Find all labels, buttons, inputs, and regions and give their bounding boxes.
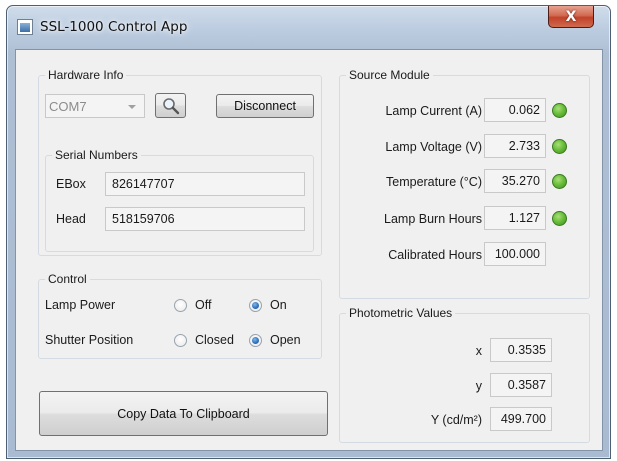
shutter-open-label[interactable]: Open xyxy=(270,333,301,347)
port-select[interactable]: COM7 xyxy=(45,94,145,118)
photometric-values-group: Photometric Values x 0.3535 y 0.3587 Y (… xyxy=(339,306,590,443)
app-window: SSL-1000 Control App X Hardware Info COM… xyxy=(6,5,611,459)
serial-numbers-group: Serial Numbers EBox 826147707 Head 51815… xyxy=(45,148,314,252)
app-icon[interactable] xyxy=(17,19,33,35)
shutter-position-label: Shutter Position xyxy=(45,333,134,347)
close-button[interactable]: X xyxy=(548,6,594,28)
x-label: x xyxy=(475,344,482,358)
lamp-power-off-label[interactable]: Off xyxy=(195,298,211,312)
lamp-power-on-radio[interactable] xyxy=(249,299,262,312)
client-area: Hardware Info COM7 Disconnect Serial Num… xyxy=(15,49,603,451)
ebox-label: EBox xyxy=(56,177,86,191)
head-label: Head xyxy=(56,212,86,226)
lamp-current-label: Lamp Current (A) xyxy=(385,104,482,118)
head-value: 518159706 xyxy=(112,212,175,226)
photometric-values-label: Photometric Values xyxy=(346,306,456,320)
y-label: y xyxy=(475,379,482,393)
source-module-group: Source Module Lamp Current (A) 0.062 Lam… xyxy=(339,68,590,299)
copy-data-label: Copy Data To Clipboard xyxy=(117,406,250,421)
lamp-power-label: Lamp Power xyxy=(45,298,116,312)
x-value: 0.3535 xyxy=(507,343,546,357)
lamp-burn-hours-value: 1.127 xyxy=(508,211,540,225)
shutter-closed-radio[interactable] xyxy=(174,334,187,347)
temperature-status-led xyxy=(552,174,567,189)
serial-numbers-label: Serial Numbers xyxy=(52,148,141,162)
disconnect-label: Disconnect xyxy=(234,99,296,113)
search-button[interactable] xyxy=(155,93,186,118)
lamp-current-field[interactable]: 0.062 xyxy=(484,98,546,122)
lamp-power-off-radio[interactable] xyxy=(174,299,187,312)
lamp-voltage-field[interactable]: 2.733 xyxy=(484,134,546,158)
calibrated-hours-value: 100.000 xyxy=(494,247,540,261)
shutter-closed-label[interactable]: Closed xyxy=(195,333,234,347)
luminance-field[interactable]: 499.700 xyxy=(490,407,552,431)
lamp-current-value: 0.062 xyxy=(508,103,540,117)
y-value: 0.3587 xyxy=(507,378,546,392)
head-field[interactable]: 518159706 xyxy=(105,207,305,231)
lamp-voltage-status-led xyxy=(552,139,567,154)
ebox-value: 826147707 xyxy=(112,177,175,191)
temperature-field[interactable]: 35.270 xyxy=(484,169,546,193)
ebox-field[interactable]: 826147707 xyxy=(105,172,305,196)
luminance-label: Y (cd/m²) xyxy=(430,413,482,427)
temperature-label: Temperature (°C) xyxy=(386,175,482,189)
port-value: COM7 xyxy=(49,98,87,114)
lamp-burn-hours-status-led xyxy=(552,211,567,226)
luminance-value: 499.700 xyxy=(500,412,546,426)
lamp-voltage-value: 2.733 xyxy=(508,139,540,153)
hardware-info-group: Hardware Info COM7 Disconnect Serial Num… xyxy=(38,68,322,256)
search-icon xyxy=(162,97,179,114)
y-field[interactable]: 0.3587 xyxy=(490,373,552,397)
copy-data-button[interactable]: Copy Data To Clipboard xyxy=(39,391,328,436)
calibrated-hours-label: Calibrated Hours xyxy=(388,248,482,262)
shutter-open-radio[interactable] xyxy=(249,334,262,347)
disconnect-button[interactable]: Disconnect xyxy=(216,94,314,118)
lamp-burn-hours-label: Lamp Burn Hours xyxy=(384,212,482,226)
lamp-burn-hours-field[interactable]: 1.127 xyxy=(484,206,546,230)
hardware-info-label: Hardware Info xyxy=(45,68,127,82)
control-group: Control Lamp Power Off On Shutter Positi… xyxy=(38,272,322,359)
source-module-label: Source Module xyxy=(346,68,433,82)
calibrated-hours-field[interactable]: 100.000 xyxy=(484,242,546,266)
control-label: Control xyxy=(45,272,90,286)
lamp-power-on-label[interactable]: On xyxy=(270,298,287,312)
temperature-value: 35.270 xyxy=(501,174,540,188)
chevron-down-icon xyxy=(128,105,136,109)
lamp-voltage-label: Lamp Voltage (V) xyxy=(385,140,482,154)
title-bar[interactable]: SSL-1000 Control App X xyxy=(7,6,610,44)
close-icon: X xyxy=(565,8,577,25)
x-field[interactable]: 0.3535 xyxy=(490,338,552,362)
window-title: SSL-1000 Control App xyxy=(40,19,188,35)
lamp-current-status-led xyxy=(552,103,567,118)
